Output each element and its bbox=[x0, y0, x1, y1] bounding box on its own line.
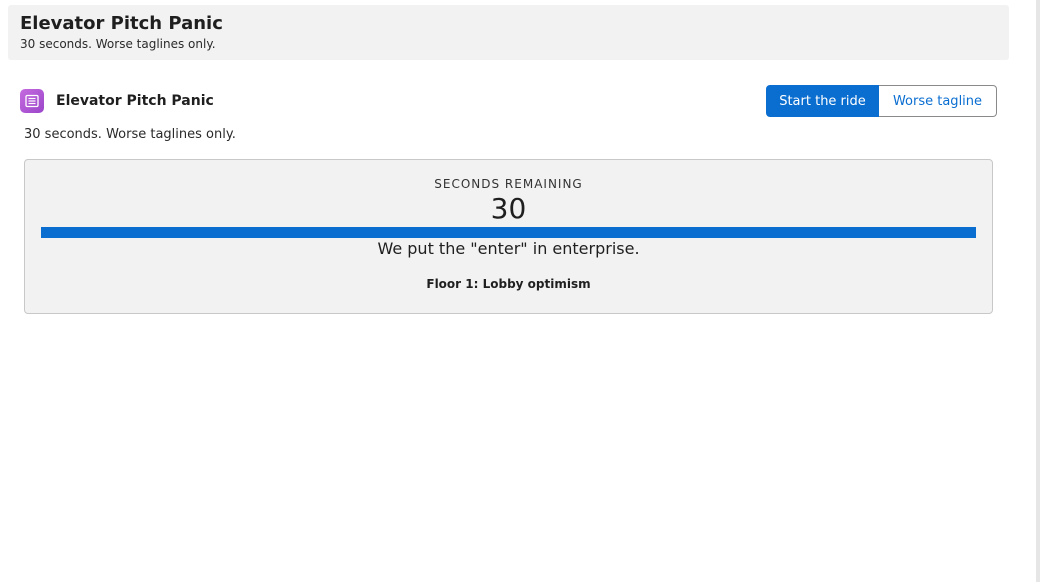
page-subtitle: 30 seconds. Worse taglines only. bbox=[20, 37, 216, 51]
page-title: Elevator Pitch Panic bbox=[20, 13, 223, 34]
action-button-group: Start the ride Worse tagline bbox=[766, 85, 997, 117]
timer-progress-fill bbox=[41, 227, 976, 238]
page: Elevator Pitch Panic 30 seconds. Worse t… bbox=[0, 0, 1040, 582]
floor-label: Floor 1: Lobby optimism bbox=[426, 277, 591, 291]
tagline-text: We put the "enter" in enterprise. bbox=[377, 239, 640, 258]
page-header: Elevator Pitch Panic 30 seconds. Worse t… bbox=[8, 5, 1009, 60]
card-list-icon bbox=[20, 89, 44, 113]
timer-progress-bar bbox=[41, 227, 976, 238]
app-title: Elevator Pitch Panic bbox=[56, 93, 214, 109]
app-toolbar: Elevator Pitch Panic Start the ride Wors… bbox=[20, 85, 997, 117]
app-subtitle: 30 seconds. Worse taglines only. bbox=[24, 127, 236, 142]
game-panel: SECONDS REMAINING 30 We put the "enter" … bbox=[24, 159, 993, 314]
start-ride-button[interactable]: Start the ride bbox=[766, 85, 879, 117]
timer-label: SECONDS REMAINING bbox=[434, 177, 583, 191]
scrollbar-track[interactable] bbox=[1036, 0, 1040, 582]
timer-value: 30 bbox=[490, 192, 527, 225]
worse-tagline-button[interactable]: Worse tagline bbox=[879, 85, 997, 117]
